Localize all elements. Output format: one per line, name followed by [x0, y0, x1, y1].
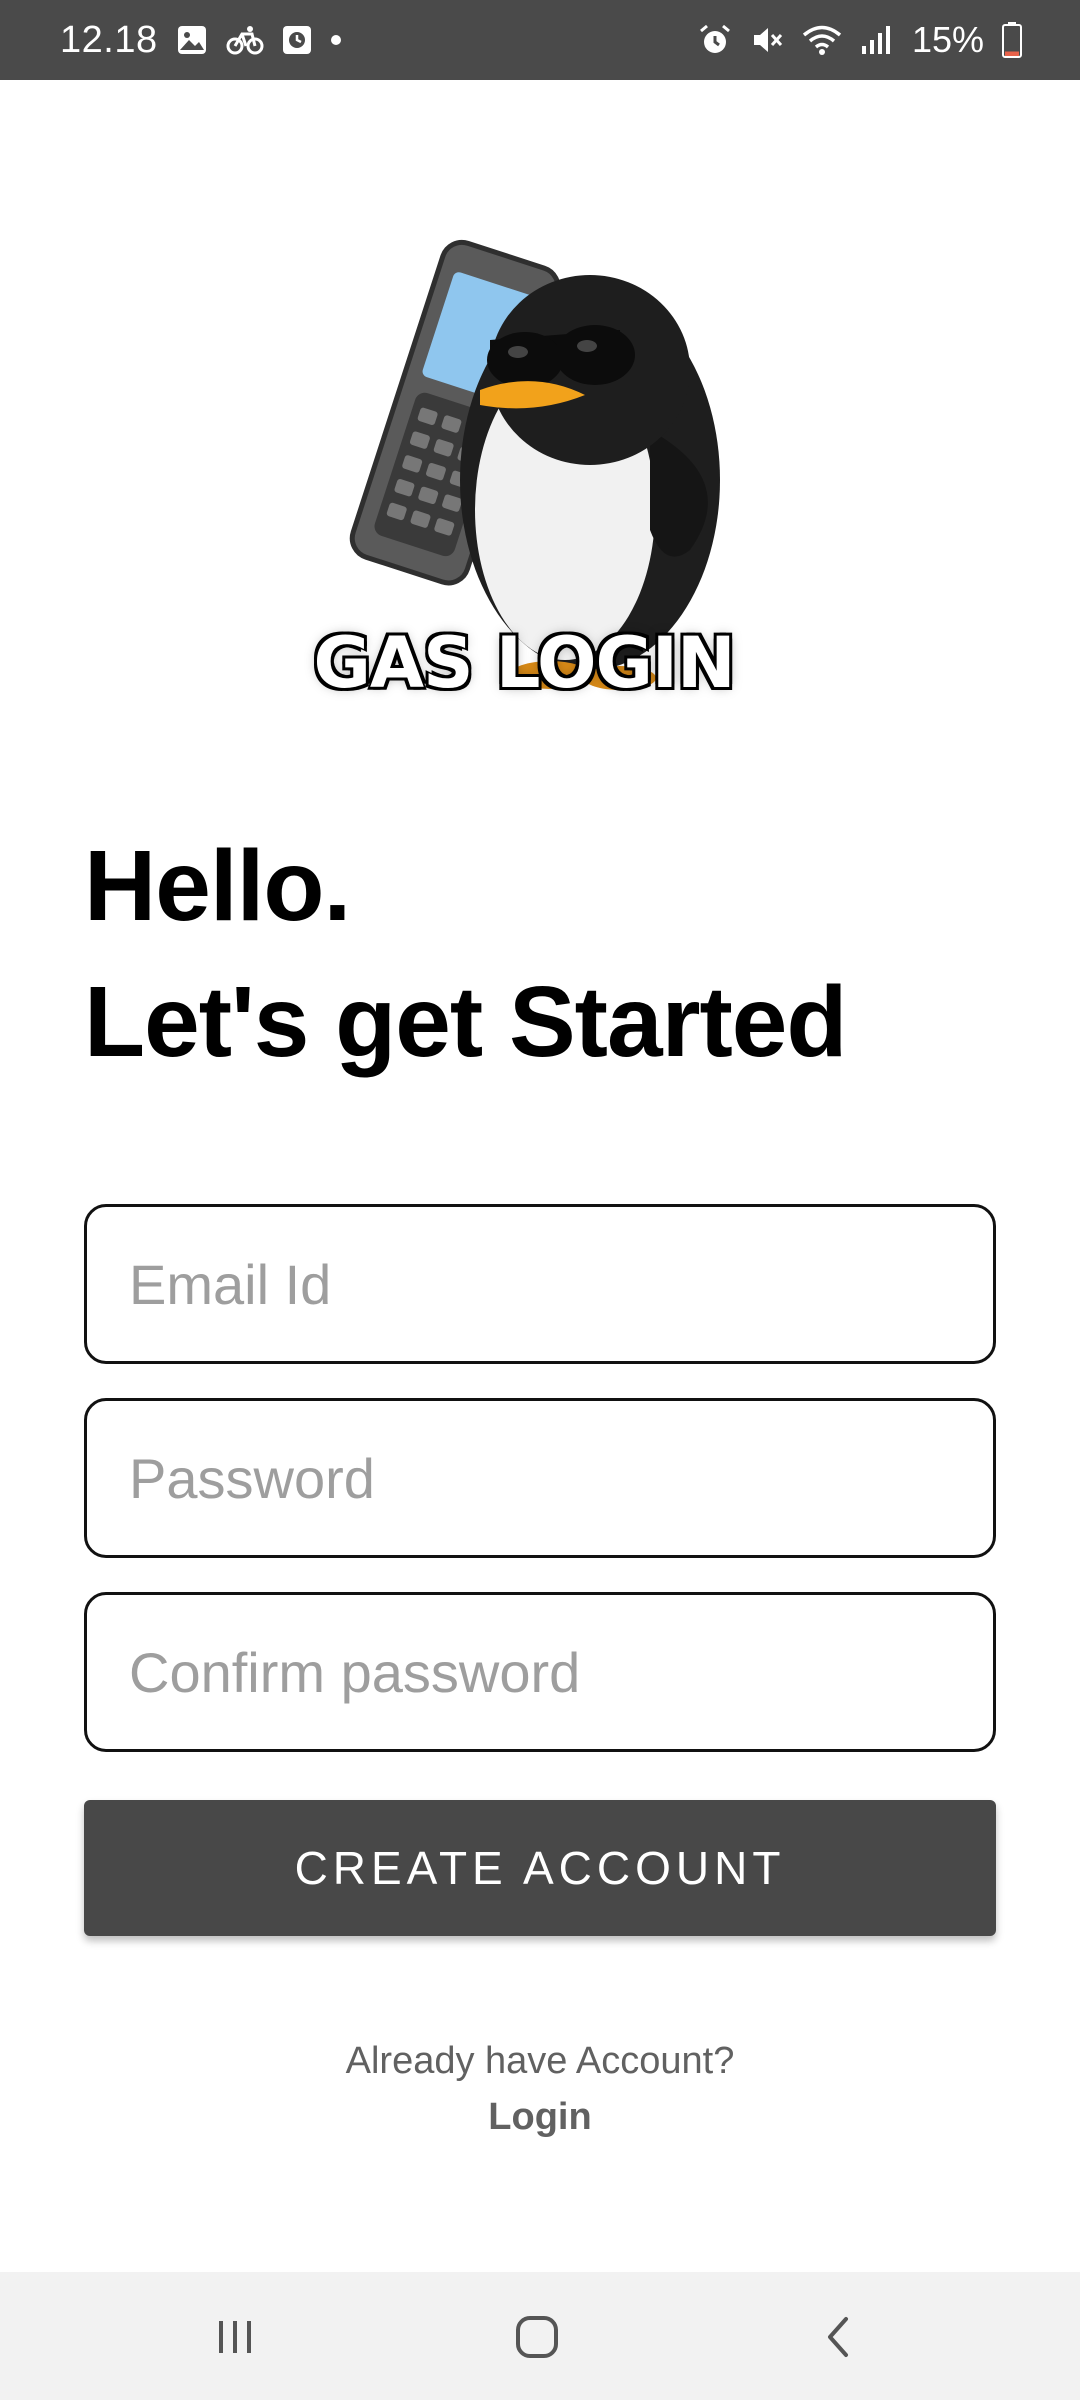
- password-input[interactable]: [127, 1444, 953, 1512]
- home-button[interactable]: [487, 2292, 587, 2382]
- recent-apps-button[interactable]: [185, 2292, 285, 2382]
- battery-percent: 15%: [911, 19, 984, 60]
- already-have-account-text: Already have Account?: [345, 2040, 735, 2082]
- navigation-bar: [0, 2272, 1080, 2400]
- logo-title: GAS LOGIN: [313, 622, 735, 704]
- image-icon: [176, 24, 208, 56]
- cycling-icon: [226, 24, 264, 56]
- email-field[interactable]: [84, 1204, 996, 1364]
- heading-line-started: Let's get Started: [84, 966, 847, 1078]
- confirm-password-input[interactable]: [127, 1638, 953, 1706]
- status-left: 12.18: [60, 19, 342, 62]
- status-right: 15%: [698, 19, 1022, 61]
- mute-icon: [750, 23, 784, 57]
- email-input[interactable]: [127, 1250, 953, 1318]
- heading-line-hello: Hello.: [84, 830, 351, 942]
- login-link[interactable]: Login: [0, 2096, 1080, 2139]
- status-bar: 12.18 15%: [0, 0, 1080, 80]
- alarm-icon: [698, 23, 732, 57]
- status-time: 12.18: [60, 18, 158, 61]
- confirm-password-field[interactable]: [84, 1592, 996, 1752]
- signal-icon: [860, 24, 894, 56]
- back-icon: [828, 2317, 848, 2357]
- recent-apps-icon: [219, 2321, 251, 2353]
- home-icon: [516, 2316, 558, 2358]
- create-account-button[interactable]: CREATE ACCOUNT: [84, 1800, 996, 1936]
- back-button[interactable]: [788, 2292, 888, 2382]
- wifi-icon: [802, 24, 842, 56]
- clock-app-icon: [282, 24, 312, 56]
- page-heading: Hello. Let's get Started: [84, 818, 847, 1090]
- battery-icon: [1002, 22, 1022, 58]
- dot-icon: [330, 34, 342, 46]
- password-field[interactable]: [84, 1398, 996, 1558]
